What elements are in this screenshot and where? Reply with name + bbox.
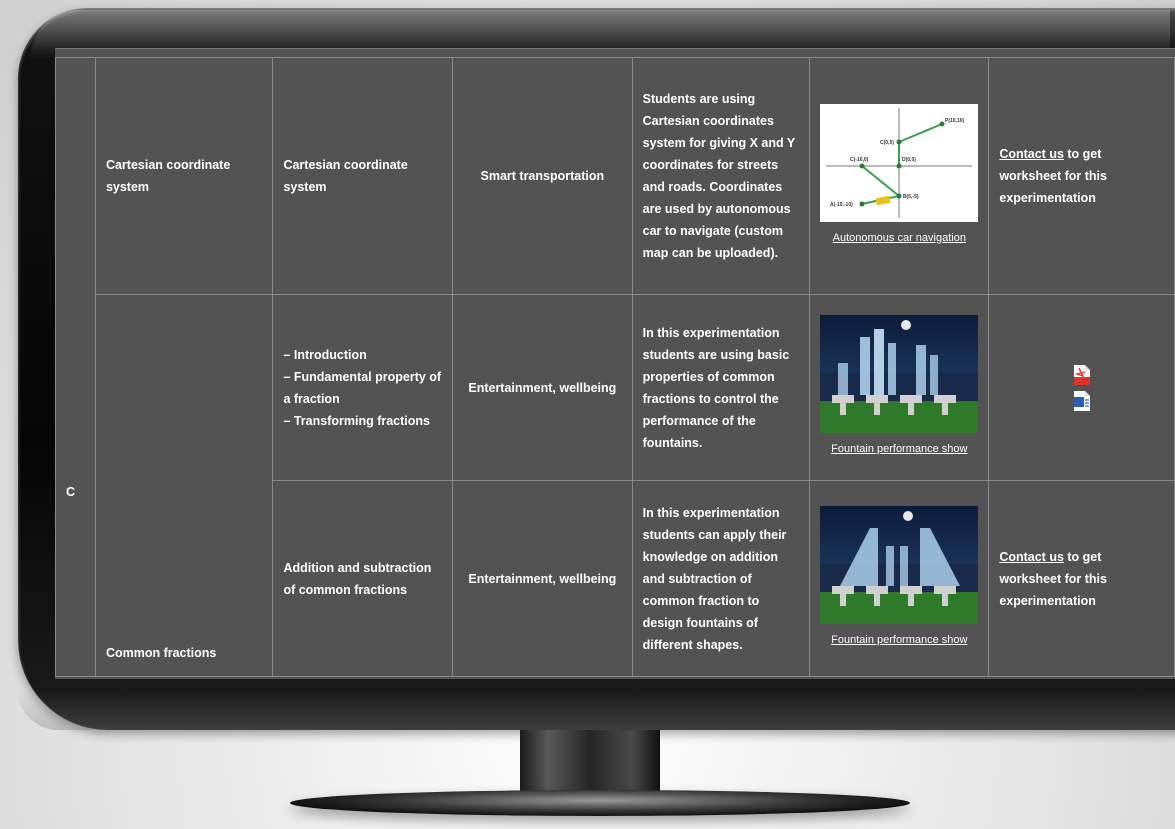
application-cell: Smart transportation (452, 57, 633, 295)
media-link[interactable]: Autonomous car navigation (833, 232, 966, 244)
worksheet-cell: Contact us to get worksheet for this exp… (988, 480, 1175, 677)
subtopic-cell: Cartesian coordinate system (272, 57, 454, 295)
topic-cell: Cartesian coordinate system (94, 57, 274, 295)
pdf-file-icon[interactable] (1073, 364, 1091, 386)
subtopic-line: – Fundamental property of a fraction (283, 369, 442, 406)
graph-label: C(0,5) (880, 140, 894, 146)
contact-us-link[interactable]: Contact us (999, 147, 1064, 161)
description-cell: Students are using Cartesian coordinates… (631, 57, 811, 295)
subtopic-cell: Addition and subtraction of common fract… (272, 480, 454, 677)
application-cell: Entertainment, wellbeing (452, 480, 633, 677)
contact-us-link[interactable]: Contact us (999, 550, 1064, 564)
subtopic-line: Cartesian coordinate system (283, 158, 408, 194)
media-cell: P(10,10) C(0,5) C(-10,0) D(0,0) B(5,-5) … (809, 57, 990, 295)
subtopic-cell: – Introduction – Fundamental property of… (272, 294, 454, 481)
curriculum-table: C Cartesian coordinate system Cartesian … (55, 57, 1175, 677)
graph-label: C(-10,0) (850, 157, 869, 163)
table-row: C Cartesian coordinate system Cartesian … (55, 57, 1175, 677)
fountain-thumbnail[interactable] (820, 506, 979, 624)
graph-label: D(0,0) (902, 157, 916, 163)
description-cell: In this experimentation students can app… (631, 480, 811, 677)
coordinate-plane-thumbnail[interactable]: P(10,10) C(0,5) C(-10,0) D(0,0) B(5,-5) … (820, 103, 979, 222)
media-link[interactable]: Fountain performance show (831, 443, 967, 455)
subtopic-line: – Transforming fractions (283, 413, 430, 428)
media-cell: Fountain performance show (809, 480, 990, 677)
graph-label: A(-10,-10) (830, 202, 853, 208)
graph-label: P(10,10) (945, 118, 965, 124)
topic-cell: Common fractions (94, 294, 274, 677)
worksheet-cell (988, 294, 1175, 481)
description-cell: In this experimentation students are usi… (631, 294, 811, 481)
subtopic-line: Addition and subtraction of common fract… (283, 560, 432, 597)
monitor-screen: C Cartesian coordinate system Cartesian … (55, 48, 1175, 679)
graph-label: B(5,-5) (903, 194, 919, 200)
application-cell: Entertainment, wellbeing (452, 294, 633, 481)
subtopic-line: – Introduction (283, 347, 367, 362)
media-link[interactable]: Fountain performance show (831, 634, 967, 646)
table-row: Common fractions – Introduction – Fundam… (56, 294, 1175, 677)
section-letter: C (55, 57, 96, 677)
worksheet-cell: Contact us to get worksheet for this exp… (988, 57, 1175, 295)
media-cell: Fountain performance show (809, 294, 990, 481)
monitor-stand-base (290, 790, 910, 816)
fountain-thumbnail[interactable] (820, 315, 979, 433)
word-file-icon[interactable] (1073, 390, 1091, 412)
